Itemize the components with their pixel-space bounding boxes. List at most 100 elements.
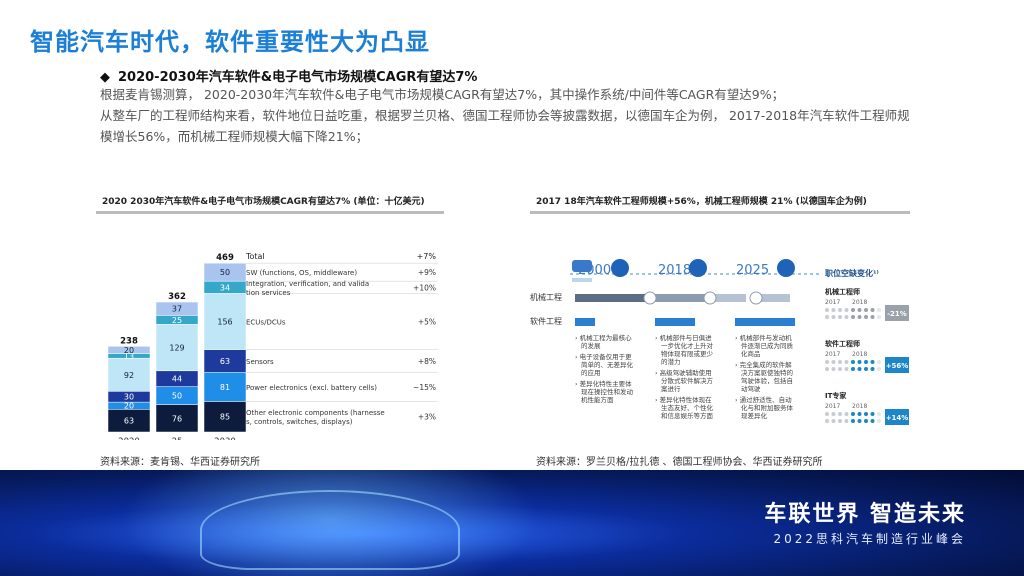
person-icon [870, 367, 875, 371]
column-text: › 机械工程为最核心 [575, 333, 632, 342]
column-text: 决方案驱使独特的 [741, 368, 794, 377]
person-icon [838, 308, 842, 312]
person-icon [864, 360, 868, 364]
column-texts: › 机械工程为最核心的发展 › 电子设备仅用于更简单的、无差异化的应用 › 差异化特… [575, 333, 794, 420]
right-source: 资料来源：罗兰贝格/拉扎德 、德国工程师协会、华西证券研究所 [536, 457, 823, 468]
person-icon [877, 315, 881, 319]
legend-total-cagr: +7% [417, 252, 437, 261]
column-text: 物体现有限或更少 [661, 349, 714, 358]
column-text: › 高级驾驶辅助使用 [655, 368, 712, 377]
row-mech-label: 机械工程 [530, 292, 562, 302]
car-icon [689, 259, 707, 277]
legend-entry: Other electronic components (harnesse [246, 409, 385, 417]
wrench-icon [703, 291, 717, 305]
legend-entry: tion services [246, 289, 291, 297]
person-icon [864, 308, 868, 312]
person-icon [877, 419, 881, 423]
legend-cagr: +10% [413, 283, 436, 292]
paragraph-2: 从整车厂的工程师结构来看，软件地位日益吃重，根据罗兰贝格、德国工程师协会等披露数… [100, 108, 910, 144]
column-text: › 差异化特性主要体 [575, 379, 632, 388]
bullet-heading: ◆ 2020-2030年汽车软件&电子电气市场规模CAGR有望达7% [100, 70, 478, 85]
person-icon [831, 360, 836, 364]
paragraph-1: 根据麦肯锡测算， 2020-2030年汽车软件&电子电气市场规模CAGR有望达7… [100, 87, 785, 102]
data-label: 63 [220, 357, 230, 366]
data-label: 63 [124, 417, 134, 426]
data-label: 129 [169, 344, 184, 353]
person-icon [851, 367, 855, 371]
tick-label: 25 [172, 437, 183, 440]
person-icon [864, 367, 868, 371]
legend-entry: ECUs/DCUs [246, 318, 286, 326]
left-source: 资料来源：麦肯锡、华西证券研究所 [100, 457, 260, 468]
person-icon [838, 367, 842, 371]
data-label: 156 [217, 317, 232, 326]
person-icon [870, 360, 875, 364]
group-label: 机械工程师 [825, 287, 860, 296]
vacancy-groups: 机械工程师 2017 2018 -21% 软件工程师 2017 2018 +56% IT专家 20… [825, 287, 909, 425]
person-icon [870, 419, 875, 423]
column-text: 现差异化 [741, 411, 768, 420]
person-icon [844, 412, 849, 416]
column-text: 的应用 [581, 368, 601, 377]
person-icon [870, 315, 875, 319]
column-text: 简单的、无差异化 [581, 360, 634, 369]
person-icon [844, 315, 849, 319]
person-icon [838, 412, 842, 416]
data-label: 25 [172, 316, 182, 325]
change-value: +56% [886, 362, 909, 370]
person-icon [857, 419, 862, 423]
svg-text:2000: 2000 [578, 263, 611, 278]
person-icon [857, 315, 862, 319]
left-chart-title: 2020 2030年汽车软件&电子电气市场规模CAGR有望达7% (单位：十亿美… [96, 190, 444, 214]
year-2025: 2025 [736, 259, 795, 278]
person-icon [838, 315, 842, 319]
person-icon [825, 315, 829, 319]
column-text: › 机械部件与日俱进 [655, 333, 712, 342]
legend-entry: s, controls, switches, displays) [246, 418, 353, 426]
person-icon [877, 308, 881, 312]
person-icon [857, 412, 862, 416]
data-label: 50 [172, 392, 182, 401]
engineer-infographic: 2000 2018 2025 机械工程 软件工程 › 机械工程为最核心的发展› … [530, 259, 909, 425]
person-icon [870, 308, 875, 312]
column-text: 机性能方面 [581, 395, 614, 404]
column-text: 化与和附加服务体 [741, 403, 794, 412]
person-icon [864, 412, 868, 416]
connected-car-icon [777, 259, 795, 277]
group-year: 2018 [852, 403, 867, 410]
column-text: › 通过舒适性、自动 [735, 395, 792, 404]
person-icon [851, 308, 855, 312]
tick-label: 2030 [214, 437, 236, 440]
person-icon [825, 412, 829, 416]
column-text: 的发展 [581, 341, 601, 350]
data-label: 20 [124, 402, 134, 411]
group-year: 2017 [825, 351, 840, 358]
column-text: 一步优化才上升对 [661, 341, 714, 350]
bullet-text: 2020-2030年汽车软件&电子电气市场规模CAGR有望达7% [118, 70, 478, 85]
column-text: › 电子设备仅用于更 [575, 352, 632, 361]
person-icon [877, 360, 881, 364]
legend-entry: Integration, verification, and valida [246, 280, 369, 288]
tick-label: 2020 [118, 437, 140, 440]
person-icon [831, 308, 836, 312]
stacked-bar-chart: 6320309213202382020765044129253736225858… [107, 252, 438, 447]
column-text: 驾驶体验，包括自 [741, 376, 793, 385]
legend-cagr: +8% [418, 357, 436, 366]
legend-entry: SW (functions, OS, middleware) [246, 269, 357, 277]
banner-subslogan: 2022思科汽车制造行业峰会 [773, 532, 966, 546]
person-icon [844, 419, 849, 423]
person-icon [851, 315, 855, 319]
right-chart-title: 2017 18年汽车软件工程师规模+56%，机械工程师规模 21% (以德国车企… [530, 190, 910, 214]
svg-text:2018: 2018 [658, 263, 691, 278]
legend-entry: Power electronics (excl. battery cells) [246, 384, 377, 392]
data-label: 76 [172, 414, 182, 423]
total-label: 238 [120, 336, 138, 346]
column-text: 件逐渐已成为同质 [741, 341, 794, 350]
person-icon [844, 360, 849, 364]
car-icon [611, 259, 629, 277]
wrench-icon [749, 291, 763, 305]
person-icon [831, 412, 836, 416]
group-label: 软件工程师 [825, 339, 860, 348]
group-year: 2017 [825, 403, 840, 410]
group-year: 2018 [852, 351, 867, 358]
